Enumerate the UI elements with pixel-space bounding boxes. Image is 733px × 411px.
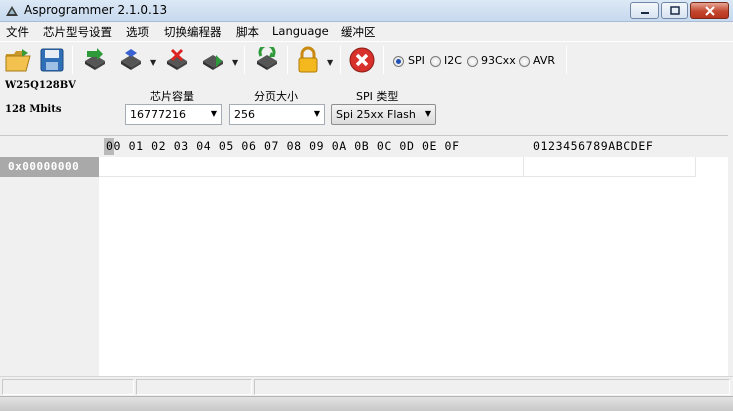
read-chip-icon [85, 48, 105, 70]
chip-info-panel: W25Q128BV 128 Mbits 芯片容量 16777216 ▼ 分页大小… [0, 78, 733, 135]
status-panel-3 [254, 379, 730, 395]
minimize-icon [640, 11, 649, 14]
erase-chip-icon [167, 48, 187, 70]
address-column: 0x00000000 [0, 157, 99, 377]
menu-buffer[interactable]: 缓冲区 [341, 24, 376, 40]
toolbar-separator [383, 46, 384, 74]
read-button[interactable] [80, 45, 110, 75]
ascii-column-labels: 0123456789ABCDEF [533, 139, 654, 153]
page-size-value: 256 [234, 108, 255, 121]
menu-chip-select[interactable]: 芯片型号设置 [43, 24, 112, 40]
title-bar: Asprogrammer 2.1.0.13 [0, 0, 733, 22]
hex-editor[interactable]: 00 01 02 03 04 05 06 07 08 09 0A 0B 0C 0… [0, 135, 728, 377]
spi-type-value: Spi 25xx Flash [336, 108, 416, 121]
close-icon [704, 5, 715, 16]
hex-row-end [695, 157, 696, 177]
close-button[interactable] [690, 2, 729, 19]
save-button[interactable] [37, 45, 67, 75]
menu-bar: 文件 芯片型号设置 选项 切换编程器 脚本 Language 缓冲区 [0, 22, 733, 41]
capacity-combo[interactable]: 16777216 ▼ [125, 104, 222, 125]
capacity-value: 16777216 [130, 108, 186, 121]
stop-icon [349, 47, 375, 73]
hex-column-labels: 00 01 02 03 04 05 06 07 08 09 0A 0B 0C 0… [106, 139, 460, 153]
maximize-button[interactable] [661, 2, 688, 19]
toolbar-separator [244, 46, 245, 74]
radio-93cxx[interactable] [467, 56, 478, 67]
radio-avr[interactable] [519, 56, 530, 67]
maximize-icon [669, 5, 680, 15]
chip-name: W25Q128BV [5, 80, 76, 91]
address-cell[interactable]: 0x00000000 [0, 157, 99, 177]
write-chip-icon [121, 49, 141, 70]
toolbar-separator [340, 46, 341, 74]
radio-spi[interactable] [393, 56, 404, 67]
window-edge [728, 135, 733, 376]
status-panel-1 [2, 379, 134, 395]
open-folder-icon [5, 49, 31, 72]
radio-spi-label[interactable]: SPI [408, 54, 425, 67]
save-disk-icon [40, 48, 64, 72]
erase-button[interactable] [162, 45, 192, 75]
write-dropdown-arrow[interactable]: ▼ [150, 58, 156, 67]
page-size-label: 分页大小 [254, 90, 298, 103]
write-button[interactable] [116, 45, 146, 75]
chip-id-button[interactable] [252, 45, 282, 75]
chevron-down-icon: ▼ [210, 109, 217, 118]
spi-type-combo[interactable]: Spi 25xx Flash ▼ [331, 104, 436, 125]
hex-ascii-divider [523, 157, 524, 177]
window-title: Asprogrammer 2.1.0.13 [24, 3, 168, 17]
verify-dropdown-arrow[interactable]: ▼ [232, 58, 238, 67]
address-text: 0x00000000 [8, 160, 80, 173]
capacity-label: 芯片容量 [150, 90, 194, 103]
radio-i2c-label[interactable]: I2C [444, 54, 462, 67]
chip-size: 128 Mbits [5, 104, 62, 115]
hex-row[interactable] [99, 157, 695, 177]
radio-93cxx-label[interactable]: 93Cxx [481, 54, 516, 67]
open-button[interactable] [3, 45, 33, 75]
menu-script[interactable]: 脚本 [236, 24, 259, 40]
stop-button[interactable] [347, 45, 377, 75]
menu-language[interactable]: Language [272, 24, 329, 38]
menu-programmer[interactable]: 切换编程器 [164, 24, 222, 40]
hex-column-header: 00 01 02 03 04 05 06 07 08 09 0A 0B 0C 0… [0, 136, 728, 157]
bottom-strip [0, 396, 733, 411]
status-bar [0, 376, 733, 396]
verify-chip-icon [203, 55, 223, 70]
chevron-down-icon: ▼ [424, 109, 431, 118]
verify-button[interactable] [198, 45, 228, 75]
chip-id-icon [257, 47, 277, 70]
page-size-combo[interactable]: 256 ▼ [229, 104, 325, 125]
menu-options[interactable]: 选项 [126, 24, 149, 40]
radio-i2c[interactable] [430, 56, 441, 67]
menu-file[interactable]: 文件 [6, 24, 29, 40]
toolbar: ▼ ▼ ▼ SPI I2C 93Cxx AVR [0, 41, 733, 78]
radio-avr-label[interactable]: AVR [533, 54, 555, 67]
spi-type-label: SPI 类型 [356, 90, 399, 103]
toolbar-separator [72, 46, 73, 74]
lock-dropdown-arrow[interactable]: ▼ [327, 58, 333, 67]
status-panel-2 [136, 379, 252, 395]
lock-icon [298, 46, 318, 73]
toolbar-separator [566, 46, 567, 74]
chevron-down-icon: ▼ [313, 109, 320, 118]
minimize-button[interactable] [630, 2, 659, 19]
lock-button[interactable] [293, 45, 323, 75]
toolbar-separator [287, 46, 288, 74]
app-icon [6, 6, 18, 16]
